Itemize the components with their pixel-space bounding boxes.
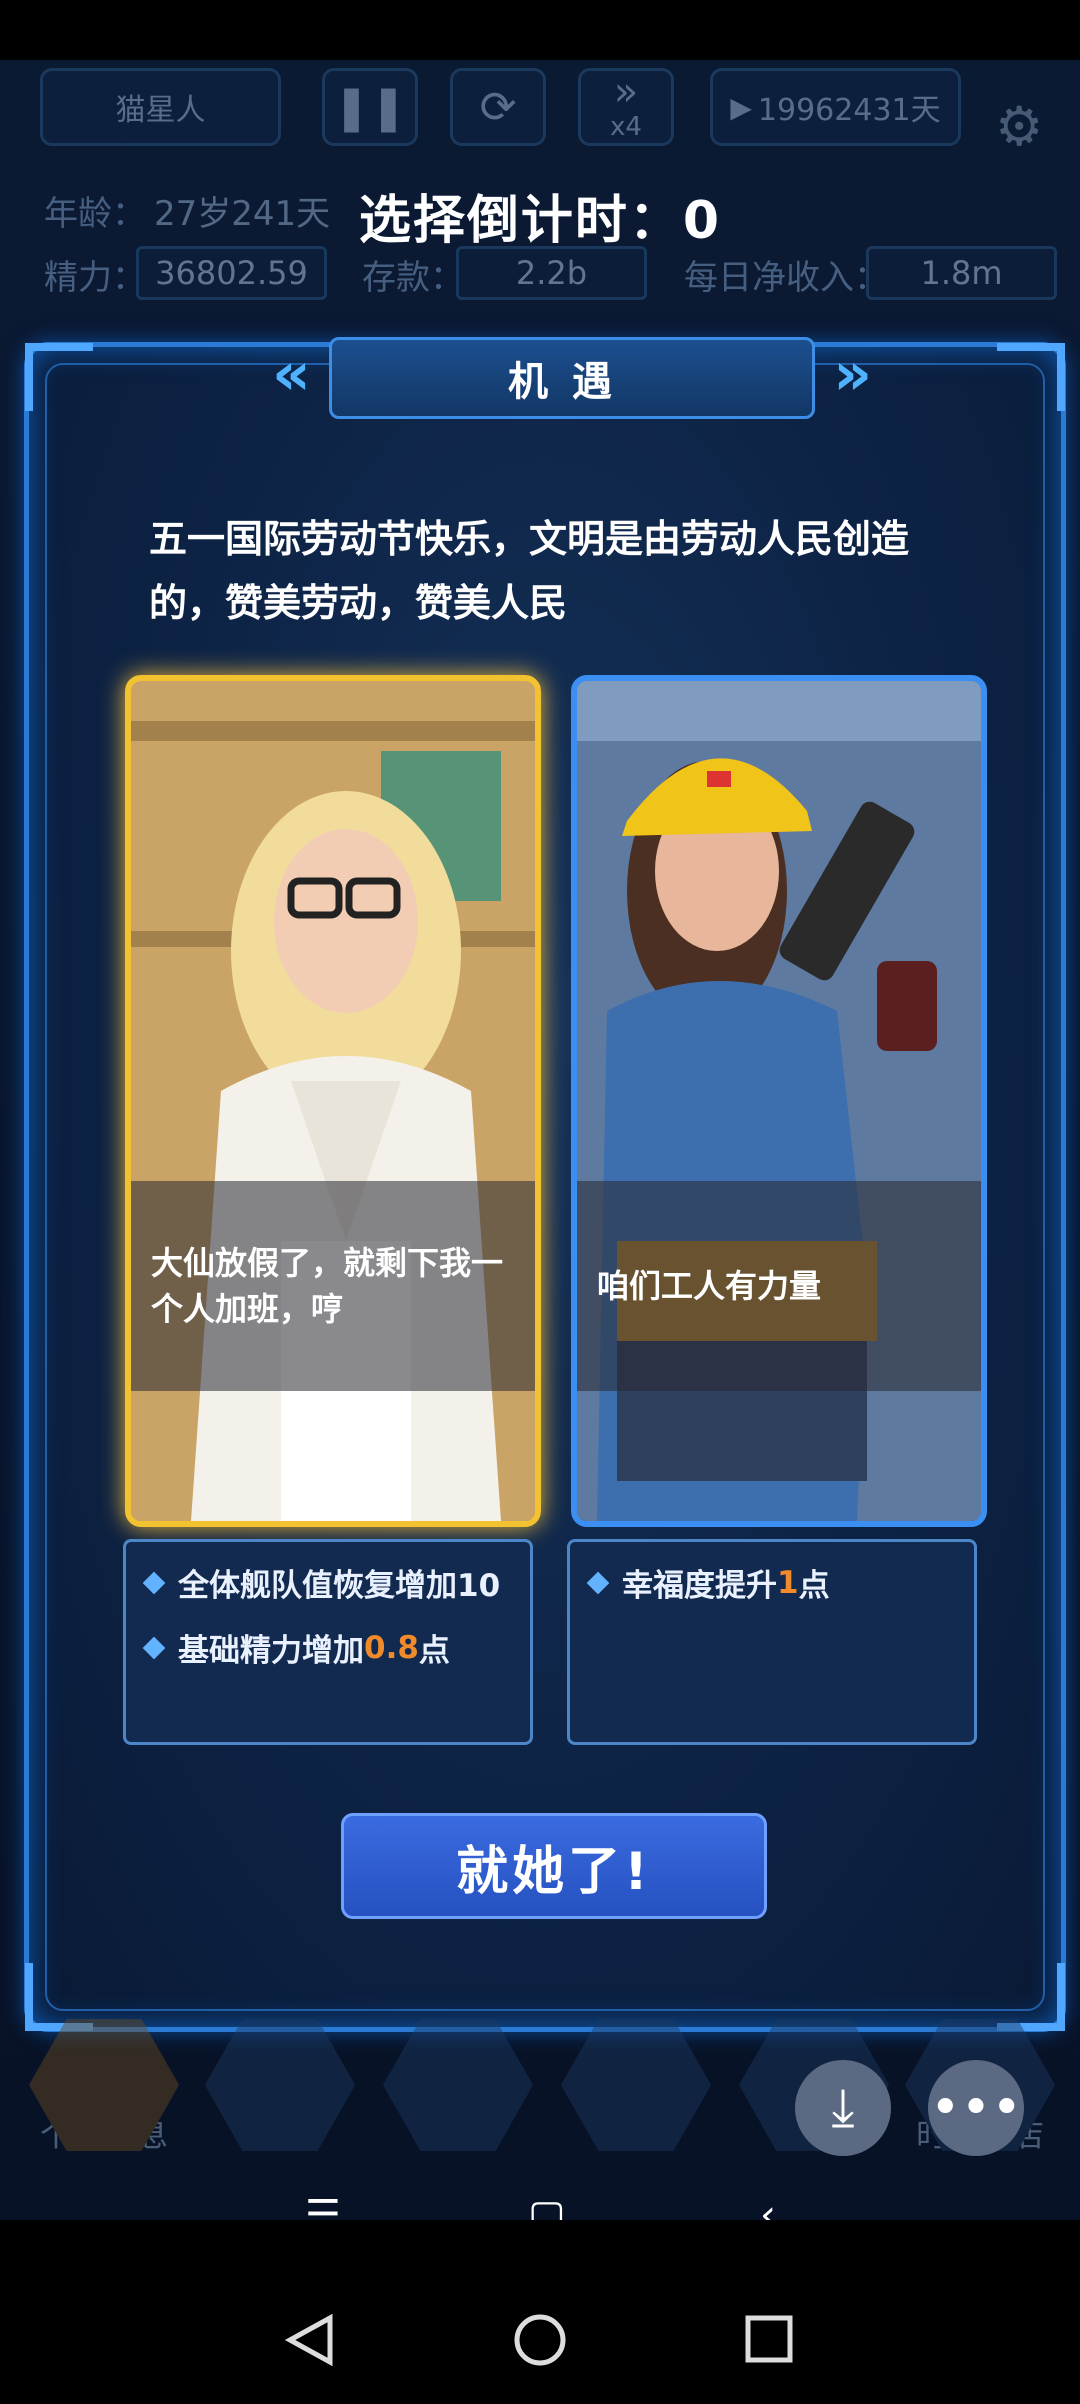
option-quote: 咱们工人有力量 bbox=[577, 1181, 981, 1391]
event-description: 五一国际劳动节快乐，文明是由劳动人民创造的，赞美劳动，赞美人民 bbox=[149, 517, 910, 625]
more-dots-icon: ••• bbox=[929, 2078, 1022, 2138]
download-icon: ⤓ bbox=[831, 2077, 855, 2138]
opportunity-dialog: « 机遇 » 五一国际劳动节快乐，文明是由劳动人民创造的，赞美劳动，赞美人民 大… bbox=[24, 337, 1066, 2032]
dialog-title-bar: « 机遇 » bbox=[272, 337, 872, 419]
effect-text: 幸福度提升 bbox=[622, 1568, 777, 1604]
menu-icon[interactable]: ☰ bbox=[305, 2192, 341, 2220]
effect-line: 基础精力增加 0.8 点 bbox=[142, 1625, 510, 1670]
nav-work[interactable]: 工作 bbox=[378, 2010, 538, 2190]
back-chevron-icon[interactable]: ‹ bbox=[760, 2192, 776, 2220]
frame-corner bbox=[997, 343, 1065, 411]
gear-icon[interactable]: ⚙ bbox=[995, 95, 1055, 158]
effect-value: 0.8 bbox=[364, 1629, 419, 1666]
bottom-nav: 个人信息 生活 工作 研究 星球 时光商店 bbox=[0, 2010, 1080, 2220]
diamond-bullet-icon bbox=[142, 1571, 166, 1594]
effect-text: 全体舰队值恢复增加10 bbox=[178, 1568, 501, 1604]
effect-text: 基础精力增加 bbox=[178, 1633, 364, 1669]
countdown-timer: 选择倒计时：0 bbox=[358, 191, 722, 251]
worker-portrait bbox=[577, 681, 981, 1521]
download-button[interactable]: ⤓ bbox=[795, 2060, 891, 2156]
days-value: 19962431天 bbox=[757, 93, 941, 128]
net-income-value: 1.8m bbox=[866, 246, 1057, 300]
square-icon[interactable]: ▢ bbox=[528, 2192, 566, 2220]
system-nav-bar bbox=[0, 2280, 1080, 2400]
nav-life[interactable]: 生活 bbox=[200, 2010, 360, 2190]
player-name[interactable]: 猫星人 bbox=[40, 68, 281, 146]
home-circle-icon[interactable] bbox=[514, 2314, 566, 2366]
effect-line: 全体舰队值恢复增加10 bbox=[142, 1560, 510, 1605]
option-card-scientist[interactable]: 大仙放假了，就剩下我一个人加班，哼 bbox=[125, 675, 541, 1527]
replay-button[interactable]: ⟳ bbox=[450, 68, 546, 146]
savings-value: 2.2b bbox=[456, 246, 647, 300]
diamond-bullet-icon bbox=[142, 1636, 166, 1659]
option-effects-panel: 幸福度提升 1 点 bbox=[567, 1539, 977, 1745]
speed-label: x4 bbox=[610, 112, 642, 142]
effect-line: 幸福度提升 1 点 bbox=[586, 1560, 954, 1605]
video-icon: ▶ bbox=[730, 90, 752, 124]
more-options-button[interactable]: ••• bbox=[928, 2060, 1024, 2156]
nav-personal-info[interactable]: 个人信息 bbox=[24, 2010, 184, 2190]
nav-research[interactable]: 研究 bbox=[556, 2010, 716, 2190]
days-counter: ▶ 19962431天 bbox=[710, 68, 961, 146]
dialog-title: 机遇 bbox=[508, 359, 636, 405]
game-screen: 猫星人 ❚❚ ⟳ » x4 ▶ 19962431天 ⚙ 年龄： 27岁241天 … bbox=[0, 60, 1080, 2220]
effect-suffix: 点 bbox=[798, 1568, 830, 1604]
effect-suffix: 点 bbox=[418, 1633, 450, 1669]
fast-forward-icon: » bbox=[613, 69, 639, 115]
option-card-worker[interactable]: 咱们工人有力量 bbox=[571, 675, 987, 1527]
chevron-right-icon: » bbox=[833, 339, 872, 409]
pause-button[interactable]: ❚❚ bbox=[322, 68, 418, 146]
effect-value: 1 bbox=[777, 1564, 799, 1601]
system-nav-icons bbox=[284, 2313, 793, 2367]
confirm-choice-button[interactable]: 就她了! bbox=[341, 1813, 767, 1919]
diamond-bullet-icon bbox=[586, 1571, 610, 1594]
scientist-portrait bbox=[131, 681, 535, 1521]
option-quote: 大仙放假了，就剩下我一个人加班，哼 bbox=[131, 1181, 535, 1391]
option-effects-panel: 全体舰队值恢复增加10 基础精力增加 0.8 点 bbox=[123, 1539, 533, 1745]
chevron-left-icon: « bbox=[272, 339, 311, 409]
energy-label: 精力： bbox=[44, 258, 146, 298]
savings-label: 存款： bbox=[362, 258, 464, 298]
frame-corner bbox=[25, 343, 93, 411]
recents-square-icon[interactable] bbox=[745, 2315, 793, 2363]
net-income-label: 每日净收入： bbox=[684, 258, 888, 298]
back-triangle-icon[interactable] bbox=[284, 2313, 333, 2367]
speed-button[interactable]: » x4 bbox=[578, 68, 674, 146]
energy-value: 36802.59 bbox=[136, 246, 327, 300]
